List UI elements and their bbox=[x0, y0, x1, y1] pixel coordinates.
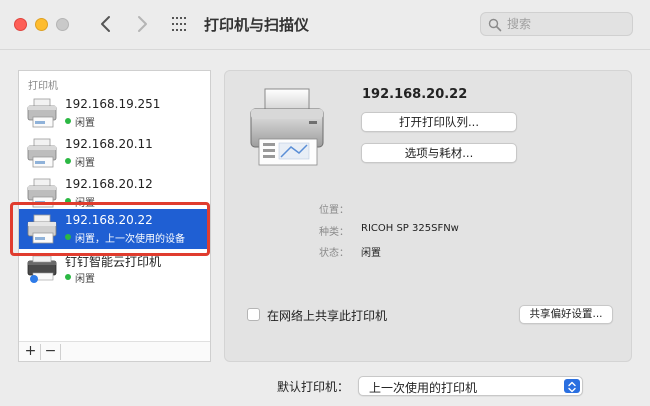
printer-icon bbox=[27, 178, 57, 208]
cloud-printer-icon bbox=[27, 255, 57, 283]
chevron-left-icon bbox=[101, 16, 110, 32]
printer-icon bbox=[27, 214, 57, 244]
zoom-window-button[interactable] bbox=[56, 18, 69, 31]
close-window-button[interactable] bbox=[14, 18, 27, 31]
remove-printer-button[interactable]: − bbox=[41, 344, 61, 360]
status-label: 状态： bbox=[319, 248, 349, 259]
printer-item-selected[interactable]: 192.168.20.22 闲置，上一次使用的设备 bbox=[19, 209, 210, 249]
location-label: 位置： bbox=[319, 205, 349, 216]
title-bar: 打印机与扫描仪 bbox=[0, 0, 650, 50]
options-supplies-button[interactable]: 选项与耗材... bbox=[361, 143, 517, 163]
status-dot-icon bbox=[65, 158, 71, 164]
printers-scanners-window: 打印机与扫描仪 打印机 192.168.19.251 闲置 bbox=[0, 0, 650, 406]
kind-label: 种类： bbox=[319, 227, 349, 238]
printer-large-icon bbox=[250, 88, 324, 166]
printer-name: 192.168.19.251 bbox=[65, 97, 161, 111]
status-value: 闲置 bbox=[361, 248, 381, 259]
show-all-grid-icon[interactable] bbox=[172, 17, 188, 33]
printer-name: 钉钉智能云打印机 bbox=[65, 255, 162, 269]
printer-item[interactable]: 192.168.20.11 闲置 bbox=[19, 133, 210, 173]
sharing-preferences-button[interactable]: 共享偏好设置... bbox=[519, 305, 613, 324]
add-printer-button[interactable]: + bbox=[21, 344, 41, 360]
printer-item[interactable]: 192.168.19.251 闲置 bbox=[19, 93, 210, 133]
printer-status: 闲置 bbox=[75, 198, 95, 209]
default-printer-label: 默认打印机： bbox=[277, 380, 350, 394]
printer-name: 192.168.20.12 bbox=[65, 177, 153, 191]
printer-status: 闲置 bbox=[75, 158, 95, 169]
printer-icon bbox=[27, 98, 57, 128]
printer-list-header: 打印机 bbox=[28, 81, 58, 92]
default-printer-select[interactable]: 上一次使用的打印机 bbox=[358, 376, 583, 396]
updown-chevron-icon bbox=[564, 379, 580, 393]
printer-name: 192.168.20.22 bbox=[65, 213, 153, 227]
printer-list: 打印机 192.168.19.251 闲置 192.168.20.11 闲置 1… bbox=[18, 70, 211, 362]
minimize-window-button[interactable] bbox=[35, 18, 48, 31]
printer-status: 闲置，上一次使用的设备 bbox=[75, 234, 185, 245]
printer-status: 闲置 bbox=[75, 274, 95, 285]
window-title: 打印机与扫描仪 bbox=[204, 16, 310, 34]
share-printer-label[interactable]: 在网络上共享此打印机 bbox=[267, 307, 387, 324]
chevron-right-icon bbox=[138, 16, 147, 32]
printer-icon bbox=[27, 138, 57, 168]
forward-button[interactable] bbox=[130, 12, 154, 36]
status-dot-icon bbox=[65, 198, 71, 204]
search-field[interactable] bbox=[480, 12, 633, 36]
kind-value: RICOH SP 325SFNw bbox=[361, 223, 459, 234]
search-icon bbox=[488, 17, 502, 32]
default-printer-value: 上一次使用的打印机 bbox=[369, 381, 478, 395]
open-print-queue-button[interactable]: 打开打印队列... bbox=[361, 112, 517, 132]
printer-status: 闲置 bbox=[75, 118, 95, 129]
search-input[interactable] bbox=[507, 15, 627, 33]
printer-detail-panel: 192.168.20.22 打开打印队列... 选项与耗材... 位置： 种类：… bbox=[224, 70, 632, 362]
back-button[interactable] bbox=[94, 12, 118, 36]
status-dot-icon bbox=[65, 274, 71, 280]
printer-name: 192.168.20.11 bbox=[65, 137, 153, 151]
selected-printer-name: 192.168.20.22 bbox=[362, 87, 468, 102]
printer-item[interactable]: 192.168.20.12 闲置 bbox=[19, 173, 210, 213]
status-dot-icon bbox=[65, 118, 71, 124]
printer-list-toolbar: + − bbox=[19, 341, 210, 361]
share-printer-checkbox[interactable] bbox=[247, 308, 260, 321]
printer-item[interactable]: 钉钉智能云打印机 闲置 bbox=[19, 249, 210, 289]
status-dot-icon bbox=[65, 234, 71, 240]
